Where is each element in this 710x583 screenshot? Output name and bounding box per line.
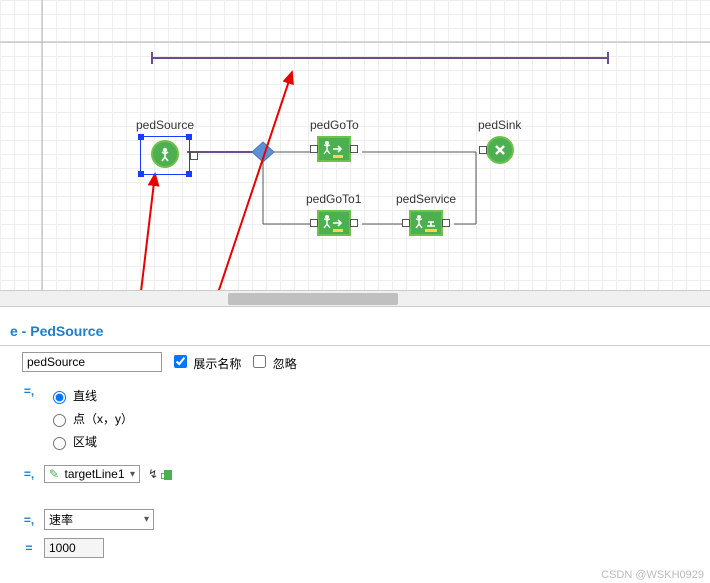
node-ped-goto[interactable]: pedGoTo bbox=[310, 118, 359, 165]
radio-line[interactable] bbox=[53, 391, 66, 404]
rate-value-field[interactable] bbox=[44, 538, 104, 558]
node-ped-service[interactable]: pedService bbox=[396, 192, 456, 239]
scrollbar-thumb[interactable] bbox=[228, 293, 398, 305]
node-ped-source[interactable]: pedSource bbox=[135, 118, 195, 175]
node-ped-goto1[interactable]: pedGoTo1 bbox=[306, 192, 361, 239]
name-field[interactable] bbox=[22, 352, 162, 372]
port-in[interactable] bbox=[402, 219, 410, 227]
show-name-checkbox-input[interactable] bbox=[174, 355, 187, 368]
node-ped-goto1-label: pedGoTo1 bbox=[306, 192, 361, 206]
ignore-checkbox-input[interactable] bbox=[253, 355, 266, 368]
port-in[interactable] bbox=[310, 145, 318, 153]
node-ped-sink[interactable]: pedSink bbox=[478, 118, 521, 167]
param-link-icon[interactable]: =, bbox=[22, 384, 36, 398]
rate-mode-label: 速率 bbox=[49, 511, 73, 528]
node-ped-source-label: pedSource bbox=[135, 118, 195, 132]
model-canvas[interactable]: pedSource pedGoTo pedSink bbox=[0, 0, 710, 290]
port-out[interactable] bbox=[350, 145, 358, 153]
chevron-down-icon: ▾ bbox=[130, 469, 135, 480]
canvas-scrollbar[interactable] bbox=[0, 290, 710, 306]
port-out[interactable] bbox=[190, 152, 198, 160]
param-link-icon[interactable]: =, bbox=[22, 513, 36, 527]
node-ped-service-label: pedService bbox=[396, 192, 456, 206]
port-out[interactable] bbox=[442, 219, 450, 227]
annotation-arrow-2 bbox=[152, 72, 292, 290]
show-name-label: 展示名称 bbox=[193, 357, 241, 371]
target-line-value: targetLine1 bbox=[64, 467, 124, 481]
chevron-down-icon: ▾ bbox=[144, 514, 149, 525]
radio-point[interactable] bbox=[53, 414, 66, 427]
radio-area[interactable] bbox=[53, 437, 66, 450]
param-link-icon[interactable]: = bbox=[22, 541, 36, 555]
show-name-checkbox[interactable]: 展示名称 bbox=[170, 352, 241, 372]
node-ped-sink-label: pedSink bbox=[478, 118, 521, 132]
param-link-icon[interactable]: =, bbox=[22, 467, 36, 481]
properties-panel: e - PedSource 展示名称 忽略 =, 直线 点（x，y） 区域 bbox=[0, 306, 710, 564]
node-ped-goto-label: pedGoTo bbox=[310, 118, 359, 132]
target-line-combo[interactable]: ✎ targetLine1 ▾ bbox=[44, 465, 140, 483]
watermark: CSDN @WSKH0929 bbox=[601, 569, 704, 581]
radio-line-label: 直线 bbox=[73, 387, 97, 404]
ignore-label: 忽略 bbox=[273, 357, 297, 371]
annotation-arrow-1 bbox=[118, 174, 155, 290]
port-in[interactable] bbox=[479, 146, 487, 154]
port-in[interactable] bbox=[310, 219, 318, 227]
radio-point-label: 点（x，y） bbox=[73, 410, 133, 427]
rate-mode-combo[interactable]: 速率 ▾ bbox=[44, 509, 154, 530]
panel-title: e - PedSource bbox=[0, 317, 710, 346]
pick-element-icon[interactable]: ↯ bbox=[148, 467, 172, 481]
radio-area-label: 区域 bbox=[73, 433, 97, 450]
port-out[interactable] bbox=[350, 219, 358, 227]
ignore-checkbox[interactable]: 忽略 bbox=[249, 352, 296, 372]
